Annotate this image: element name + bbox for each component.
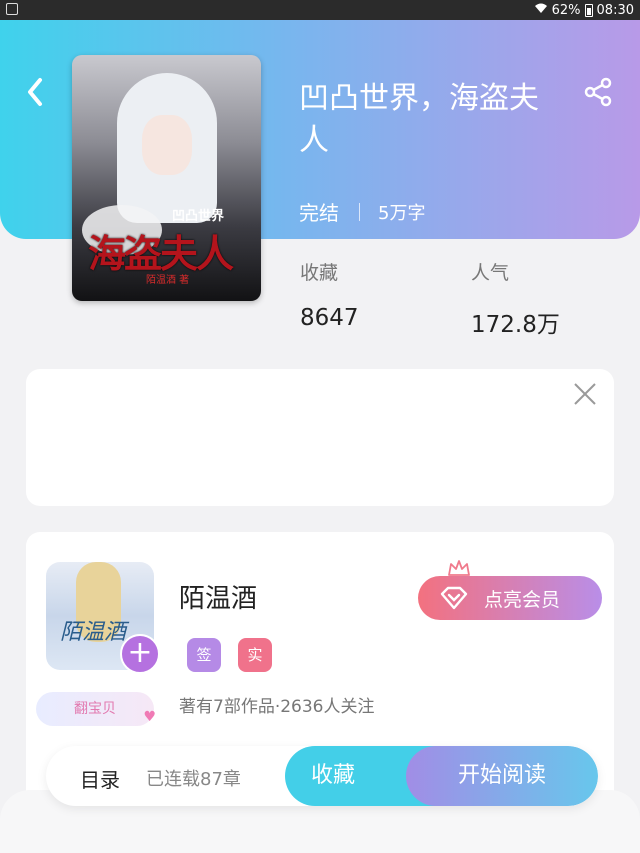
start-reading-button[interactable]: 开始阅读 bbox=[406, 746, 598, 806]
stat-label: 人气 bbox=[471, 262, 510, 284]
ad-card bbox=[26, 369, 614, 506]
fan-badge-label: 翻宝贝 bbox=[74, 701, 116, 717]
tag-signed: 签 bbox=[187, 638, 221, 672]
crown-icon bbox=[448, 560, 470, 576]
cover-top-text: 凹凸世界 bbox=[172, 209, 225, 224]
stat-value: 172.8万 bbox=[471, 312, 560, 338]
book-meta: 完结 5万字 bbox=[299, 197, 425, 226]
share-icon bbox=[584, 77, 612, 107]
toc-button[interactable]: 目录 bbox=[80, 764, 120, 793]
author-name[interactable]: 陌温酒 bbox=[179, 578, 257, 615]
screenshot-icon bbox=[6, 3, 18, 15]
diamond-icon bbox=[440, 586, 468, 610]
clock: 08:30 bbox=[596, 2, 634, 18]
action-bar: 目录 已连载87章 收藏 开始阅读 bbox=[46, 746, 598, 806]
avatar-text: 陌温酒 bbox=[60, 620, 127, 645]
cover-art-face bbox=[142, 115, 192, 175]
stat-popularity: 人气 172.8万 bbox=[471, 258, 560, 339]
book-word-count: 5万字 bbox=[378, 202, 426, 224]
book-title: 凹凸世界，海盗夫人 bbox=[299, 81, 539, 158]
meta-divider bbox=[359, 202, 360, 221]
fan-badge[interactable]: 翻宝贝 ♥ bbox=[36, 692, 156, 726]
wifi-icon bbox=[534, 2, 548, 18]
vip-button-label: 点亮会员 bbox=[484, 588, 561, 611]
back-button[interactable] bbox=[22, 74, 52, 110]
heart-icon: ♥ bbox=[143, 709, 156, 725]
tag-verified: 实 bbox=[238, 638, 272, 672]
cover-main-text: 海盗夫人 bbox=[88, 231, 234, 276]
battery-icon bbox=[584, 3, 593, 17]
book-cover[interactable]: 凹凸世界 海盗夫人 陌温酒 著 bbox=[72, 55, 261, 301]
chapter-status: 已连载87章 bbox=[146, 769, 241, 790]
vip-button[interactable]: 点亮会员 bbox=[418, 576, 602, 620]
close-button[interactable] bbox=[572, 381, 598, 407]
stat-favorites: 收藏 8647 bbox=[300, 258, 359, 331]
status-bar: 62% 08:30 bbox=[0, 0, 640, 20]
stat-value: 8647 bbox=[300, 305, 359, 331]
author-summary: 著有7部作品·2636人关注 bbox=[179, 697, 375, 717]
share-button[interactable] bbox=[582, 76, 614, 108]
book-status: 完结 bbox=[299, 201, 339, 225]
cover-author-text: 陌温酒 著 bbox=[146, 275, 190, 286]
stat-label: 收藏 bbox=[300, 262, 339, 284]
close-icon bbox=[574, 383, 596, 405]
follow-plus-button[interactable]: + bbox=[120, 634, 160, 674]
battery-percent: 62% bbox=[551, 2, 581, 18]
